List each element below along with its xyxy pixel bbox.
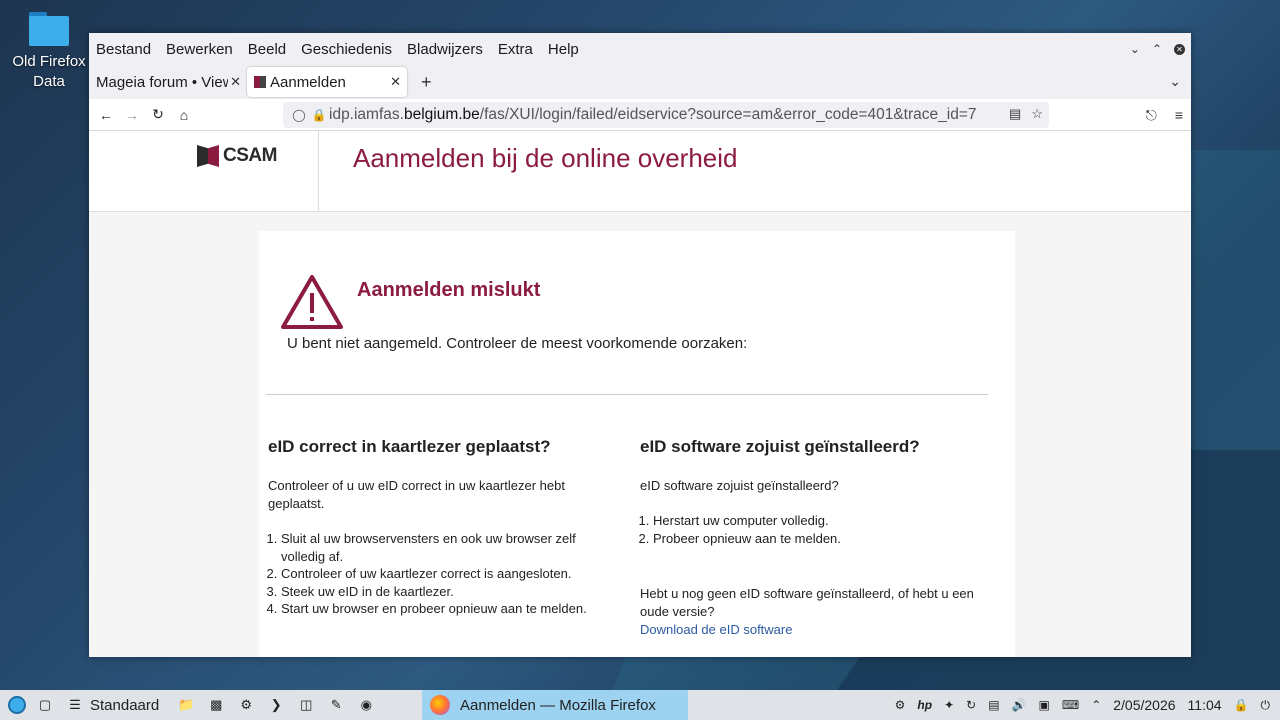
date[interactable]: 2/05/2026 bbox=[1113, 697, 1175, 713]
cause-more-info: Hebt u nog geen eID software geïnstallee… bbox=[640, 586, 974, 619]
tab-close-icon[interactable]: ✕ bbox=[228, 74, 241, 90]
list-item: Sluit al uw browservensters en ook uw br… bbox=[281, 530, 613, 565]
list-item: Steek uw eID in de kaartlezer. bbox=[281, 583, 613, 601]
tray-expand-icon[interactable]: ⌃ bbox=[1091, 698, 1101, 712]
bookmark-star-icon[interactable]: ☆ bbox=[1031, 106, 1043, 122]
forward-icon[interactable]: → bbox=[119, 107, 145, 123]
cause-card-reader: eID correct in kaartlezer geplaatst? Con… bbox=[268, 437, 613, 618]
file-manager-icon[interactable]: 📁 bbox=[175, 695, 197, 715]
minimize-icon[interactable]: ⌄ bbox=[1130, 42, 1140, 56]
tab-label: Aanmelden bbox=[270, 73, 346, 91]
menu-hamburger-icon[interactable]: ≡ bbox=[1175, 107, 1183, 124]
csam-logo[interactable]: CSAM bbox=[197, 145, 277, 167]
menu-bladwijzers[interactable]: Bladwijzers bbox=[407, 41, 483, 58]
firefox-icon bbox=[430, 695, 450, 715]
logo-text: CSAM bbox=[223, 145, 277, 166]
cause-eid-software: eID software zojuist geïnstalleerd? eID … bbox=[640, 437, 990, 637]
desktop-icon-old-firefox-data[interactable]: Old Firefox Data bbox=[4, 12, 94, 92]
settings-icon[interactable]: ⚙ bbox=[235, 695, 257, 715]
home-icon[interactable]: ⌂ bbox=[171, 107, 197, 123]
maximize-icon[interactable]: ⌃ bbox=[1152, 42, 1162, 56]
close-icon[interactable]: ✕ bbox=[1174, 43, 1185, 55]
tab-close-icon[interactable]: ✕ bbox=[390, 74, 401, 90]
list-item: Controleer of uw kaartlezer correct is a… bbox=[281, 565, 613, 583]
site-header: CSAM Aanmelden bij de online overheid bbox=[89, 131, 1191, 212]
site-title: Aanmelden bij de online overheid bbox=[353, 143, 738, 173]
network-icon[interactable]: ▣ bbox=[1039, 698, 1050, 712]
image-viewer-icon[interactable]: ✎ bbox=[325, 695, 347, 715]
lock-icon[interactable]: 🔒 bbox=[309, 108, 329, 122]
bug-icon[interactable]: ⚙ bbox=[895, 698, 906, 712]
list-item: Herstart uw computer volledig. bbox=[653, 512, 990, 530]
cause-intro: eID software zojuist geïnstalleerd? bbox=[640, 478, 839, 493]
list-all-tabs-icon[interactable]: ⌄ bbox=[1169, 73, 1181, 90]
cause-steps: Sluit al uw browservensters en ook uw br… bbox=[268, 530, 613, 618]
desktop-icon-label-line2: Data bbox=[33, 73, 65, 90]
tab-label: Mageia forum • View bbox=[96, 73, 234, 91]
page-content: CSAM Aanmelden bij de online overheid Aa… bbox=[89, 131, 1191, 657]
show-desktop-icon[interactable]: ▢ bbox=[34, 695, 56, 715]
cause-heading: eID correct in kaartlezer geplaatst? bbox=[268, 437, 551, 456]
lock-screen-icon[interactable]: 🔒 bbox=[1234, 698, 1249, 712]
menu-help[interactable]: Help bbox=[548, 41, 579, 58]
menu-geschiedenis[interactable]: Geschiedenis bbox=[301, 41, 392, 58]
back-icon[interactable]: ← bbox=[93, 107, 119, 123]
cause-steps: Herstart uw computer volledig. Probeer o… bbox=[640, 512, 990, 547]
divider bbox=[266, 394, 988, 395]
desktop-icon-label-line1: Old Firefox bbox=[12, 53, 86, 70]
url-host: belgium.be bbox=[403, 106, 480, 123]
system-tray: ⚙ hp ✦ ↻ ▤ 🔊 ▣ ⌨ ⌃ 2/05/2026 11:04 🔒 ⏻ bbox=[895, 690, 1270, 720]
menubar: Bestand Bewerken Beeld Geschiedenis Blad… bbox=[89, 33, 1191, 65]
volume-icon[interactable]: 🔊 bbox=[1012, 698, 1027, 712]
tab-mageia-forum[interactable]: Mageia forum • View ✕ bbox=[89, 65, 247, 99]
power-icon[interactable]: ⏻ bbox=[1261, 698, 1271, 713]
taskbar: ▢ ☰ Standaard 📁 ▩ ⚙ ❯ ◫ ✎ ◉ Aanmelden — … bbox=[0, 690, 1280, 720]
navigation-bar: ← → ↻ ⌂ ◯ 🔒 idp.iamfas. belgium.be/fas/XU… bbox=[89, 99, 1191, 131]
tab-bar: Mageia forum • View ✕ Aanmelden ✕ + ⌄ bbox=[89, 65, 1191, 99]
reload-icon[interactable]: ↻ bbox=[145, 106, 171, 123]
tracking-protection-icon[interactable]: ◯ bbox=[289, 108, 309, 122]
reader-view-icon[interactable]: ▤ bbox=[1009, 106, 1021, 122]
terminal-icon[interactable]: ❯ bbox=[265, 695, 287, 715]
menu-bewerken[interactable]: Bewerken bbox=[166, 41, 233, 58]
update-icon[interactable]: ↻ bbox=[966, 698, 976, 712]
activity-label[interactable]: Standaard bbox=[90, 697, 159, 714]
download-eid-link[interactable]: Download de eID software bbox=[640, 622, 990, 637]
new-tab-icon[interactable]: + bbox=[421, 72, 432, 93]
url-path: /fas/XUI/login/failed/eidservice?source=… bbox=[479, 106, 977, 123]
menu-extra[interactable]: Extra bbox=[498, 41, 533, 58]
url-prefix: idp.iamfas. bbox=[329, 106, 404, 123]
csam-favicon-icon bbox=[254, 76, 266, 88]
header-divider bbox=[318, 131, 319, 212]
error-subtitle: U bent niet aangemeld. Controleer de mee… bbox=[287, 335, 748, 352]
tools-icon[interactable]: ✦ bbox=[944, 698, 954, 712]
system-monitor-icon[interactable]: ▩ bbox=[205, 695, 227, 715]
csam-logo-icon bbox=[197, 145, 219, 167]
extensions-icon[interactable]: ⎋ bbox=[1146, 107, 1157, 124]
clipboard-icon[interactable]: ▤ bbox=[988, 698, 999, 712]
error-card: Aanmelden mislukt U bent niet aangemeld.… bbox=[259, 231, 1015, 657]
window-controls: ⌄ ⌃ ✕ bbox=[1130, 33, 1185, 65]
list-item: Probeer opnieuw aan te melden. bbox=[653, 530, 990, 548]
activities-icon[interactable]: ☰ bbox=[64, 695, 86, 715]
list-item: Start uw browser en probeer opnieuw aan … bbox=[281, 600, 613, 618]
tab-aanmelden[interactable]: Aanmelden ✕ bbox=[247, 67, 407, 97]
firefox-window: Bestand Bewerken Beeld Geschiedenis Blad… bbox=[89, 33, 1191, 657]
hp-icon[interactable]: hp bbox=[917, 698, 932, 712]
taskbar-window-title: Aanmelden — Mozilla Firefox bbox=[460, 696, 656, 714]
time[interactable]: 11:04 bbox=[1188, 697, 1222, 713]
warning-triangle-icon bbox=[281, 275, 343, 329]
url-bar[interactable]: ◯ 🔒 idp.iamfas. belgium.be/fas/XUI/login/… bbox=[283, 102, 1049, 128]
cause-intro: Controleer of u uw eID correct in uw kaa… bbox=[268, 478, 565, 511]
archive-icon[interactable]: ◫ bbox=[295, 695, 317, 715]
menu-beeld[interactable]: Beeld bbox=[248, 41, 286, 58]
taskbar-firefox-window[interactable]: Aanmelden — Mozilla Firefox bbox=[422, 690, 688, 720]
folder-icon bbox=[29, 12, 69, 46]
keyboard-icon[interactable]: ⌨ bbox=[1062, 698, 1079, 712]
thunderbird-icon[interactable]: ◉ bbox=[355, 695, 377, 715]
menu-bestand[interactable]: Bestand bbox=[96, 41, 151, 58]
app-launcher-icon[interactable] bbox=[8, 696, 26, 714]
cause-heading: eID software zojuist geïnstalleerd? bbox=[640, 437, 920, 456]
error-title: Aanmelden mislukt bbox=[357, 279, 541, 301]
